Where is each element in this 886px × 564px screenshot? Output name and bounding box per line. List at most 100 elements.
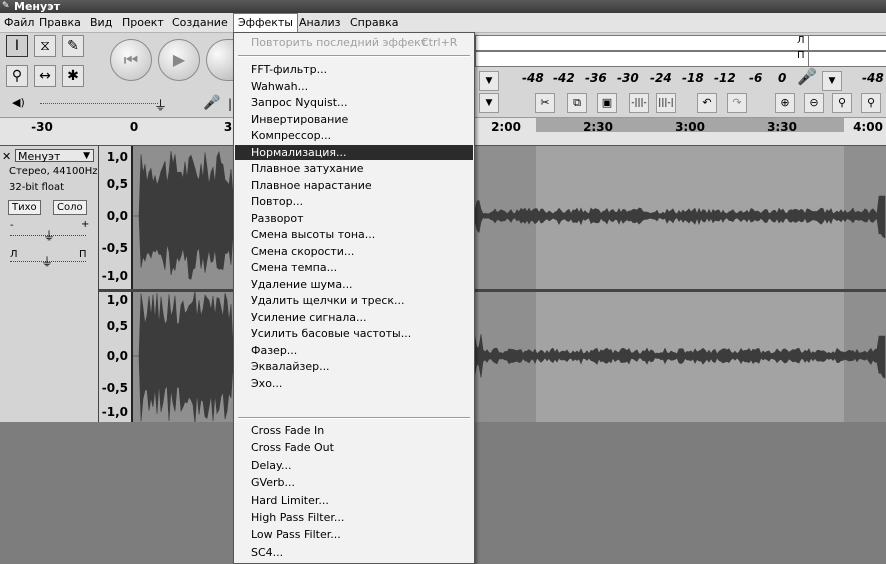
menu-item-plugin-effect[interactable]: Cross Fade Out <box>235 440 473 455</box>
track-bit-depth: 32-bit float <box>9 182 65 193</box>
cut-icon[interactable]: ✂ <box>535 93 555 113</box>
menu-item-effect[interactable]: Смена скорости... <box>235 244 473 259</box>
scale-value: 0,0 <box>106 349 128 363</box>
menu-file[interactable]: Файл <box>0 13 38 32</box>
title-bar: ✎ Менуэт <box>0 0 886 13</box>
scale-value: 1,0 <box>106 150 128 164</box>
undo-icon[interactable]: ↶ <box>697 93 717 113</box>
meter-label: -42 <box>553 71 575 85</box>
menu-item-effect[interactable]: Эхо... <box>235 376 473 391</box>
menu-item-effect[interactable]: Запрос Nyquist... <box>235 95 473 110</box>
menu-item-effect[interactable]: Эквалайзер... <box>235 359 473 374</box>
multi-tool-icon[interactable]: ✱ <box>62 65 84 87</box>
menu-item-plugin-effect[interactable]: High Pass Filter... <box>235 510 473 525</box>
playback-slider-thumb-icon[interactable]: ⏚ <box>154 95 167 114</box>
scale-value: 0,0 <box>106 209 128 223</box>
menu-view[interactable]: Вид <box>86 13 116 32</box>
record-meter-right <box>808 51 886 67</box>
menu-item-effect[interactable]: Усиление сигнала... <box>235 310 473 325</box>
menu-item-effect[interactable]: Удаление шума... <box>235 277 473 292</box>
menu-item-plugin-effect[interactable]: GVerb... <box>235 475 473 490</box>
menu-item-effect[interactable]: FFT-фильтр... <box>235 62 473 77</box>
ruler-tick-label: 4:00 <box>853 120 883 134</box>
stop-icon[interactable] <box>206 39 234 81</box>
menu-item-plugin-effect[interactable]: SC4... <box>235 545 473 560</box>
playback-volume-slider[interactable] <box>40 103 158 104</box>
track-close-icon[interactable]: ✕ <box>2 150 11 163</box>
menu-item-repeat-last-effect[interactable]: Повторить последний эффект Ctrl+R <box>235 35 473 50</box>
left-channel-scale: 1,0 0,5 0,0 -0,5 -1,0 <box>99 146 133 289</box>
record-volume-slider[interactable]: | <box>228 97 232 111</box>
zoom-in-icon[interactable]: ⊕ <box>775 93 795 113</box>
ruler-tick-label: 2:00 <box>491 120 521 134</box>
play-icon[interactable]: ▶ <box>158 39 200 81</box>
record-meter-left <box>808 35 886 51</box>
menu-item-effect[interactable]: Фазер... <box>235 343 473 358</box>
menu-item-plugin-effect[interactable]: Delay... <box>235 458 473 473</box>
menu-item-plugin-effect[interactable]: Hard Limiter... <box>235 493 473 508</box>
gain-slider-thumb-icon[interactable]: ⏚ <box>43 227 55 244</box>
menu-effects[interactable]: Эффекты <box>233 13 298 32</box>
menu-item-effect[interactable]: Повтор... <box>235 194 473 209</box>
menu-generate[interactable]: Создание <box>168 13 232 32</box>
selection-tool-icon[interactable]: I <box>6 35 28 57</box>
playback-meter-menu-icon[interactable]: ▼ <box>479 71 499 91</box>
menu-item-effect[interactable]: Инвертирование <box>235 112 473 127</box>
mute-button[interactable]: Тихо <box>8 200 41 215</box>
menu-item-effect[interactable]: Нормализация... <box>235 144 473 160</box>
meter-label: -30 <box>617 71 639 85</box>
menu-item-effect[interactable]: Плавное затухание <box>235 161 473 176</box>
track-name-menu[interactable]: Менуэт ▼ <box>15 149 94 163</box>
track-control-panel: ✕ Менуэт ▼ Стерео, 44100Hz 32-bit float Т… <box>0 146 99 422</box>
zoom-out-icon[interactable]: ⊖ <box>804 93 824 113</box>
pan-slider-thumb-icon[interactable]: ⏚ <box>41 253 53 270</box>
fit-project-icon[interactable]: ⚲ <box>861 93 881 113</box>
menu-item-effect[interactable]: Удалить щелчки и треск... <box>235 293 473 308</box>
paste-icon[interactable]: ▣ <box>597 93 617 113</box>
menu-separator <box>238 417 470 419</box>
record-meter-menu-icon[interactable]: ▼ <box>822 71 842 91</box>
envelope-tool-icon[interactable]: ⧖ <box>34 35 56 57</box>
menu-help[interactable]: Справка <box>346 13 402 32</box>
microphone-icon: 🎤 <box>203 95 221 111</box>
track-menu-arrow-icon: ▼ <box>83 151 90 161</box>
redo-icon[interactable]: ↷ <box>727 93 747 113</box>
copy-icon[interactable]: ⧉ <box>567 93 587 113</box>
menu-item-plugin-effect[interactable]: Cross Fade In <box>235 423 473 438</box>
ruler-tick-label: 2:30 <box>583 120 613 134</box>
menu-item-effect[interactable]: Смена высоты тона... <box>235 227 473 242</box>
fit-selection-icon[interactable]: ⚲ <box>832 93 852 113</box>
solo-button[interactable]: Соло <box>53 200 87 215</box>
window-title: Менуэт <box>14 0 61 13</box>
scale-value: 0,5 <box>106 319 128 333</box>
playback-meter-bar <box>475 35 810 51</box>
gain-minus-label: - <box>10 220 14 231</box>
menu-item-effect[interactable]: Разворот <box>235 211 473 226</box>
zoom-tool-icon[interactable]: ⚲ <box>6 65 28 87</box>
menu-project[interactable]: Проект <box>118 13 168 32</box>
scale-value: -0,5 <box>101 381 128 395</box>
menu-item-effect[interactable]: Компрессор... <box>235 128 473 143</box>
meter-label: -24 <box>650 71 672 85</box>
meter-label: -48 <box>522 71 544 85</box>
app-icon: ✎ <box>2 1 10 11</box>
meter-label: -6 <box>749 71 763 85</box>
timeshift-tool-icon[interactable]: ↔ <box>34 65 56 87</box>
menu-item-effect[interactable]: Wahwah... <box>235 79 473 94</box>
menu-edit[interactable]: Правка <box>35 13 85 32</box>
menu-item-effect[interactable]: Усилить басовые частоты... <box>235 326 473 341</box>
skip-start-icon[interactable]: ⏮ <box>110 39 152 81</box>
menu-item-effect[interactable]: Плавное нарастание <box>235 178 473 193</box>
track-format: Стерео, 44100Hz <box>9 166 98 177</box>
menu-item-plugin-effect[interactable]: Low Pass Filter... <box>235 527 473 542</box>
ruler-tick-label: 3:30 <box>767 120 797 134</box>
menu-item-effect[interactable]: Смена темпа... <box>235 260 473 275</box>
device-select-arrow-icon[interactable]: ▼ <box>479 93 499 113</box>
pan-left-label: Л <box>10 249 18 260</box>
silence-icon[interactable]: |||-| <box>656 93 676 113</box>
ruler-tick-label: -30 <box>31 120 53 134</box>
menu-analyze[interactable]: Анализ <box>295 13 345 32</box>
effects-dropdown-menu: Повторить последний эффект Ctrl+R FFT-фи… <box>233 32 475 564</box>
trim-icon[interactable]: -|||- <box>629 93 649 113</box>
draw-tool-icon[interactable]: ✎ <box>62 35 84 57</box>
